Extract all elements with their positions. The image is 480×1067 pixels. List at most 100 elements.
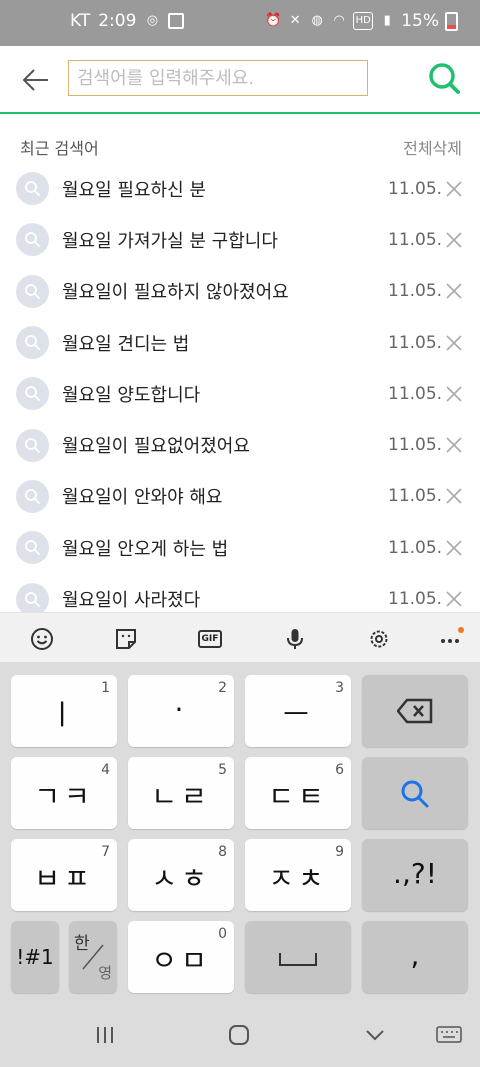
key-label: ㄷㅌ (268, 780, 328, 813)
remove-item-icon[interactable] (444, 538, 464, 558)
recent-search-date: 11.05. (388, 332, 443, 353)
search-history-icon (16, 377, 49, 411)
remove-item-icon[interactable] (444, 384, 464, 404)
signal-icon: ▮ (383, 13, 391, 28)
remove-item-icon[interactable] (444, 589, 464, 609)
recent-search-item[interactable]: 월요일이 사라졌다 11.05. (0, 573, 480, 612)
search-history-icon (16, 223, 49, 257)
key-label: ㄴㄹ (151, 780, 211, 813)
clock: 2:09 (98, 11, 137, 31)
carrier-label: KT (70, 11, 91, 31)
key-label: ㅣ (49, 698, 79, 731)
keyboard-key[interactable]: 3ㅡ (245, 675, 351, 747)
wifi-icon: ◠ (333, 13, 345, 28)
comma-key[interactable]: , (362, 921, 468, 993)
microphone-icon[interactable] (281, 625, 309, 653)
remove-item-icon[interactable] (444, 281, 464, 301)
recent-apps-icon[interactable] (90, 1020, 120, 1050)
recent-search-text: 월요일이 사라졌다 (62, 590, 201, 612)
recent-search-date: 11.05. (388, 589, 443, 610)
recent-search-date: 11.05. (388, 486, 443, 507)
search-history-icon (16, 428, 49, 462)
search-history-icon (16, 582, 49, 612)
search-header (0, 46, 480, 114)
recent-search-item[interactable]: 월요일 안오게 하는 법 11.05. (0, 522, 480, 573)
remove-item-icon[interactable] (444, 435, 464, 455)
recent-search-item[interactable]: 월요일 양도합니다 11.05. (0, 368, 480, 419)
remove-item-icon[interactable] (444, 486, 464, 506)
key-label: ㅈㅊ (268, 862, 328, 895)
recent-search-item[interactable]: 월요일 필요하신 분 11.05. (0, 163, 480, 214)
recent-search-text: 월요일이 필요하지 않아졌어요 (62, 282, 289, 304)
remove-item-icon[interactable] (444, 179, 464, 199)
hd-icon: HD (353, 12, 374, 30)
key-label: ㄱㅋ (34, 780, 94, 813)
alarm-icon: ⏰ (265, 13, 282, 28)
search-key[interactable] (362, 757, 468, 829)
recent-search-date: 11.05. (388, 178, 443, 199)
lang-english-label: 영 (98, 964, 112, 982)
emoji-icon[interactable] (28, 625, 56, 653)
recent-search-date: 11.05. (388, 229, 443, 250)
recent-search-item[interactable]: 월요일이 필요없어졌어요 11.05. (0, 419, 480, 470)
app-notification-icon (168, 13, 185, 29)
recent-search-date: 11.05. (388, 383, 443, 404)
keyboard-key[interactable]: 5 ㄴㄹ (128, 757, 234, 829)
keyboard-key[interactable]: 9 ㅈㅊ (245, 839, 351, 911)
gif-label: GIF (197, 630, 223, 648)
navigation-bar (0, 1002, 480, 1067)
settings-icon[interactable] (365, 625, 393, 653)
sticker-icon[interactable] (112, 625, 140, 653)
home-icon[interactable] (224, 1020, 254, 1050)
delete-all-button[interactable]: 전체삭제 (403, 135, 462, 159)
remove-item-icon[interactable] (444, 230, 464, 250)
symbols-key[interactable]: !#1 (11, 921, 59, 993)
search-history-icon (16, 479, 49, 513)
keyboard-key[interactable]: 1ㅣ (11, 675, 117, 747)
recent-search-date: 11.05. (388, 537, 443, 558)
keyboard-key[interactable]: 7 ㅂㅍ (11, 839, 117, 911)
gif-icon[interactable]: GIF (196, 625, 224, 653)
backspace-key[interactable] (362, 675, 468, 747)
keyboard-key[interactable]: 6 ㄷㅌ (245, 757, 351, 829)
more-icon[interactable] (438, 625, 466, 653)
battery-icon (445, 11, 458, 31)
recent-searches-list: 월요일 필요하신 분 11.05. 월요일 가져가실 분 구합니다 11.05. 월요일… (0, 163, 480, 612)
recent-search-text: 월요일이 필요없어졌어요 (62, 436, 250, 458)
punctuation-key[interactable]: .,?! (362, 839, 468, 911)
mute-icon: ✕ (289, 13, 301, 28)
search-input[interactable] (68, 60, 368, 96)
recent-search-item[interactable]: 월요일 견디는 법 11.05. (0, 317, 480, 368)
keyboard-key[interactable]: 8 ㅅㅎ (128, 839, 234, 911)
recent-search-text: 월요일 필요하신 분 (62, 179, 206, 201)
search-icon[interactable] (426, 60, 462, 96)
keyboard-key[interactable]: 2 · (128, 675, 234, 747)
recent-searches-title: 최근 검색어 (20, 139, 99, 158)
key-label: ㅅㅎ (151, 862, 211, 895)
recent-search-text: 월요일 양도합니다 (62, 384, 201, 406)
recent-search-text: 월요일 가져가실 분 구합니다 (62, 230, 278, 252)
keyboard: .,?! !#1 한 영 , 1 ㅣ 2 · 3 ㅡ 4 ㄱㅋ 5 ㄴㄹ 6 ㄷㅌ 7 ㅂㅍ 8 ㅅㅎ 9 ㅈㅊ 0… (0, 662, 480, 1002)
keyboard-key[interactable]: 0 ㅇㅁ (128, 921, 234, 993)
remove-item-icon[interactable] (444, 333, 464, 353)
status-bar: KT 2:09 ◎ ⏰ ✕ ◍ ◠ HD ▮ 15% (0, 0, 480, 46)
recent-search-item[interactable]: 월요일 가져가실 분 구합니다 11.05. (0, 214, 480, 265)
language-switch-key[interactable]: 한 영 (69, 921, 117, 993)
notification-dot (458, 627, 464, 633)
recent-search-text: 월요일이 안와야 해요 (62, 487, 223, 509)
space-key[interactable] (245, 921, 351, 993)
recent-search-date: 11.05. (388, 435, 443, 456)
keyboard-hide-icon[interactable] (360, 1020, 390, 1050)
recent-search-text: 월요일 안오게 하는 법 (62, 538, 229, 560)
key-label: · (174, 693, 188, 726)
search-history-icon (16, 274, 49, 308)
keyboard-key[interactable]: 4 ㄱㅋ (11, 757, 117, 829)
keyboard-switch-icon[interactable] (434, 1020, 464, 1050)
key-label: ㅇㅁ (151, 944, 211, 977)
recent-search-item[interactable]: 월요일이 필요하지 않아졌어요 11.05. (0, 266, 480, 317)
data-saver-icon: ◍ (311, 13, 323, 28)
recent-search-item[interactable]: 월요일이 안와야 해요 11.05. (0, 471, 480, 522)
battery-percent: 15% (401, 11, 439, 31)
search-history-icon (16, 172, 49, 206)
back-arrow-icon[interactable] (20, 64, 52, 96)
